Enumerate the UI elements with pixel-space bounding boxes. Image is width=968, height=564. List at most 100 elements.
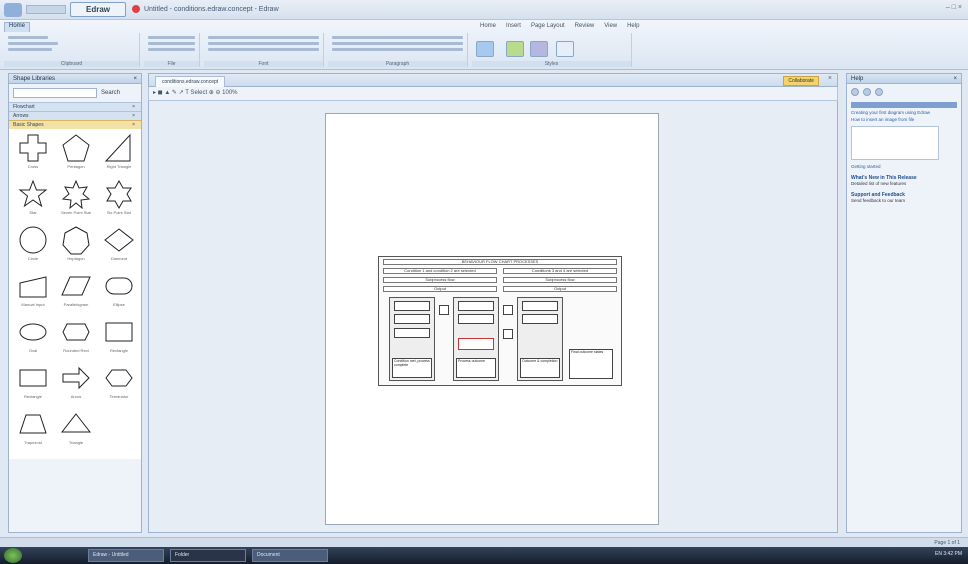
diagram-box xyxy=(522,301,558,311)
shape-cross[interactable]: Cross xyxy=(13,133,53,177)
window-title: Untitled - conditions.edraw.concept - Ed… xyxy=(144,6,279,13)
home-icon[interactable] xyxy=(875,88,883,96)
pane-title: Shape Libraries xyxy=(13,76,56,82)
style-more-button[interactable] xyxy=(556,41,574,57)
section-arrows[interactable]: Arrows × xyxy=(9,111,141,120)
style-green-button[interactable] xyxy=(506,41,524,57)
shape-label: Rectangle xyxy=(23,394,42,399)
shape-circle[interactable]: Circle xyxy=(13,225,53,269)
shape-ellipse[interactable]: Oval xyxy=(13,317,53,361)
search-button[interactable]: Search xyxy=(101,90,120,96)
shape-rounded-rect[interactable]: Rounded Rect xyxy=(56,317,96,361)
app-menu-button[interactable] xyxy=(4,3,22,17)
ribbon-button[interactable] xyxy=(208,42,319,45)
tab-insert[interactable]: Insert xyxy=(506,23,521,29)
shape-search-input[interactable] xyxy=(13,88,97,98)
shape-triangle[interactable]: Triangle xyxy=(56,409,96,453)
canvas-area[interactable]: BEHAVIOUR FLOW CHART PROCESSES Condition… xyxy=(148,101,838,533)
diagram-column: Process outcome xyxy=(453,297,499,381)
quick-access-toolbar[interactable] xyxy=(26,5,66,14)
taskbar-item[interactable]: Folder xyxy=(170,549,246,562)
close-icon[interactable]: × xyxy=(953,74,957,84)
shape-manual-input[interactable]: Manual Input xyxy=(13,271,53,315)
tab-view[interactable]: View xyxy=(604,23,617,29)
ribbon-button[interactable] xyxy=(332,48,463,51)
system-tray[interactable]: EN 3:42 PM xyxy=(935,551,962,557)
diagram-note: Final outcome states xyxy=(569,349,613,379)
shape-search-row: Search xyxy=(9,84,141,102)
shape-label: Terminator xyxy=(109,394,129,399)
ribbon-button[interactable] xyxy=(332,42,463,45)
ribbon-button[interactable] xyxy=(8,36,48,39)
shape-six-point-star[interactable]: Six Point Star xyxy=(99,179,139,223)
window-controls[interactable]: – □ × xyxy=(946,4,962,11)
shape-label: Arrow xyxy=(70,394,82,399)
help-link[interactable]: Creating your first diagram using Edraw xyxy=(851,110,957,115)
diagram-column: Outcome & completion xyxy=(517,297,563,381)
close-icon[interactable]: × xyxy=(828,75,832,82)
ribbon-button[interactable] xyxy=(148,48,195,51)
help-link[interactable]: Getting started xyxy=(851,164,957,169)
tab-page-layout[interactable]: Page Layout xyxy=(531,23,565,29)
shape-seven-point-star[interactable]: Seven Point Star xyxy=(56,179,96,223)
collaborate-badge[interactable]: Collaborate xyxy=(783,76,819,86)
shape-arrow[interactable]: Arrow xyxy=(56,363,96,407)
ribbon-button[interactable] xyxy=(208,48,319,51)
shape-pentagon[interactable]: Pentagon xyxy=(56,133,96,177)
back-icon[interactable] xyxy=(851,88,859,96)
shape-label: Rounded Rect xyxy=(63,348,89,353)
diagram-row: Condition 1 and condition 2 are selected xyxy=(383,268,497,274)
shape-rect2[interactable]: Rectangle xyxy=(13,363,53,407)
style-purple-button[interactable] xyxy=(530,41,548,57)
trapezoid-icon xyxy=(19,414,47,434)
document-tab[interactable]: conditions.edraw.concept xyxy=(155,76,226,87)
shape-diamond[interactable]: Diamond xyxy=(99,225,139,269)
tab-help[interactable]: Help xyxy=(627,23,639,29)
ribbon-button[interactable] xyxy=(332,36,463,39)
seven-point-star-icon xyxy=(61,179,91,209)
shape-right-triangle[interactable]: Right Triangle xyxy=(99,133,139,177)
diagram-title: BEHAVIOUR FLOW CHART PROCESSES xyxy=(383,259,617,265)
section-flowchart[interactable]: Flowchart × xyxy=(9,102,141,111)
diagram-box xyxy=(522,314,558,324)
ribbon-button[interactable] xyxy=(8,48,52,51)
shape-star[interactable]: Star xyxy=(13,179,53,223)
shape-gallery: Cross Pentagon Right Triangle Star Seven Poi… xyxy=(9,129,141,459)
shape-label: Star xyxy=(29,210,37,215)
taskbar-item[interactable]: Edraw - Untitled xyxy=(88,549,164,562)
ribbon-group-font: Font xyxy=(204,33,324,67)
section-basic-shapes[interactable]: Basic Shapes × xyxy=(9,120,141,129)
drawing-page[interactable]: BEHAVIOUR FLOW CHART PROCESSES Condition… xyxy=(325,113,659,525)
ribbon-button[interactable] xyxy=(148,42,195,45)
connector-node xyxy=(503,305,513,315)
style-blue-button[interactable] xyxy=(476,41,494,57)
flowchart-diagram[interactable]: BEHAVIOUR FLOW CHART PROCESSES Condition… xyxy=(378,256,622,386)
tab-review[interactable]: Review xyxy=(575,23,595,29)
start-button[interactable] xyxy=(4,548,22,563)
tab-home-top[interactable]: Home xyxy=(480,23,496,29)
ribbon-group-file: File xyxy=(144,33,200,67)
diagram-box xyxy=(394,301,430,311)
ribbon-button[interactable] xyxy=(208,36,319,39)
help-header-bar xyxy=(851,102,957,108)
help-link[interactable]: How to insert an image from file xyxy=(851,117,957,122)
drawing-toolbar[interactable]: ▸ ◼ ▲ ✎ ↗ T Select ⊕ ⊖ 100% xyxy=(148,87,838,101)
shape-heptagon[interactable]: Heptagon xyxy=(56,225,96,269)
tab-home[interactable]: Home xyxy=(4,22,31,32)
ribbon-button[interactable] xyxy=(148,36,195,39)
shape-octagon[interactable]: Terminator xyxy=(99,363,139,407)
shape-terminator[interactable]: Ellipse xyxy=(99,271,139,315)
ribbon-tabs: Home Insert Page Layout Review View Help xyxy=(480,22,647,29)
shape-rectangle[interactable]: Rectangle xyxy=(99,317,139,361)
diagram-box xyxy=(458,314,494,324)
rounded-rect-icon xyxy=(62,323,90,341)
shape-parallelogram[interactable]: Parallelogram xyxy=(56,271,96,315)
ribbon-button[interactable] xyxy=(8,42,58,45)
forward-icon[interactable] xyxy=(863,88,871,96)
close-icon[interactable]: × xyxy=(133,74,137,84)
shape-label: Diamond xyxy=(110,256,127,261)
shape-trapezoid[interactable]: Trapezoid xyxy=(13,409,53,453)
taskbar-item[interactable]: Document xyxy=(252,549,328,562)
diagram-row: Output xyxy=(383,286,497,292)
diagram-row: Subprocess flow xyxy=(503,277,617,283)
